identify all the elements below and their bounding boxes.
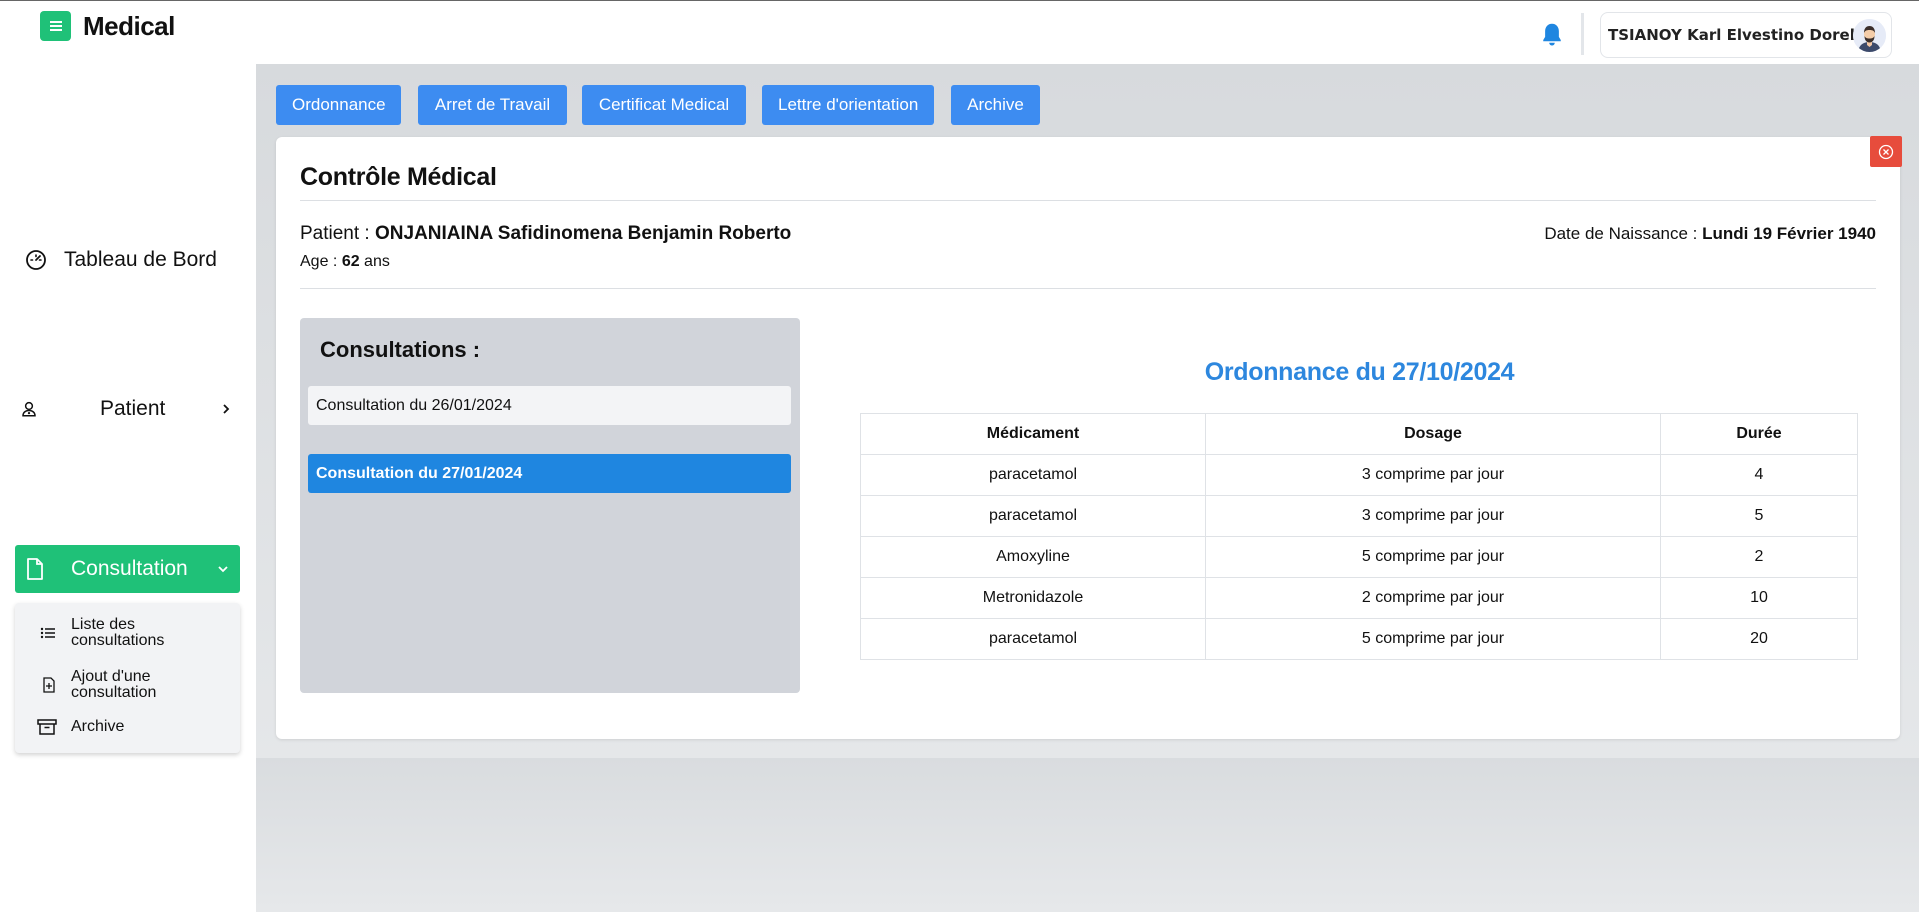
- user-menu[interactable]: TSIANOY Karl Elvestino Dorelin: [1600, 12, 1892, 58]
- column-header: Durée: [1660, 413, 1858, 455]
- sidebar-item-consultation[interactable]: Consultation: [15, 545, 240, 593]
- tab-arret-de-travail[interactable]: Arret de Travail: [418, 85, 567, 125]
- table-cell: 3 comprime par jour: [1205, 495, 1661, 537]
- top-header: Medical TSIANOY Karl Elvestino Dorelin: [0, 1, 1919, 64]
- table-cell: 2: [1660, 536, 1858, 578]
- table-cell: paracetamol: [860, 454, 1206, 496]
- submenu-item-label: Ajout d'une consultation: [71, 668, 157, 701]
- table-cell: 4: [1660, 454, 1858, 496]
- consultations-panel: Consultations : Consultation du 26/01/20…: [300, 318, 800, 693]
- column-header: Médicament: [860, 413, 1206, 455]
- sidebar-item-label: Tableau de Bord: [64, 248, 217, 271]
- table-cell: Metronidazole: [860, 577, 1206, 619]
- table-cell: paracetamol: [860, 495, 1206, 537]
- patient-label: Patient :: [300, 223, 375, 244]
- dob-label: Date de Naissance :: [1544, 224, 1703, 243]
- sidebar-item-patient[interactable]: Patient: [15, 389, 240, 429]
- tab-certificat-medical[interactable]: Certificat Medical: [582, 85, 746, 125]
- table-cell: 5 comprime par jour: [1205, 618, 1661, 660]
- sidebar: Tableau de Bord Patient Consultation Lis…: [0, 64, 256, 912]
- patient-age: Age : 62 ans: [300, 253, 390, 271]
- table-cell: 20: [1660, 618, 1858, 660]
- app-title: Medical: [83, 11, 175, 41]
- table-row: paracetamol 3 comprime par jour 5: [860, 495, 1858, 537]
- birth-date: Date de Naissance : Lundi 19 Février 194…: [1544, 224, 1876, 244]
- column-header: Dosage: [1205, 413, 1661, 455]
- sidebar-item-dashboard[interactable]: Tableau de Bord: [15, 240, 240, 280]
- table-cell: 5 comprime par jour: [1205, 536, 1661, 578]
- user-name: TSIANOY Karl Elvestino Dorelin: [1608, 26, 1871, 44]
- divider: [300, 200, 1876, 201]
- table-row: Amoxyline 5 comprime par jour 2: [860, 536, 1858, 578]
- divider: [300, 288, 1876, 289]
- archive-icon: [37, 719, 57, 735]
- page-title: Contrôle Médical: [300, 163, 497, 191]
- tab-archive[interactable]: Archive: [951, 85, 1040, 125]
- table-cell: paracetamol: [860, 618, 1206, 660]
- patient-name: ONJANIAINA Safidinomena Benjamin Roberto: [375, 223, 792, 244]
- patient-icon: [22, 401, 36, 417]
- table-row: paracetamol 3 comprime par jour 4: [860, 454, 1858, 496]
- consultations-title: Consultations :: [320, 337, 481, 362]
- patient-info: Patient : ONJANIAINA Safidinomena Benjam…: [300, 223, 791, 245]
- table-cell: Amoxyline: [860, 536, 1206, 578]
- submenu-item-label: Archive: [71, 718, 125, 735]
- list-icon: [40, 627, 55, 639]
- chevron-down-icon: [218, 566, 228, 573]
- age-value: 62: [341, 253, 360, 270]
- close-icon: [1878, 144, 1894, 159]
- table-cell: 5: [1660, 495, 1858, 537]
- main-content: Ordonnance Arret de Travail Certificat M…: [256, 64, 1919, 912]
- submenu-item-label: Liste des consultations: [71, 616, 165, 649]
- submenu-item-archive[interactable]: Archive: [15, 714, 240, 740]
- age-label: Age :: [300, 253, 342, 270]
- table-row: Metronidazole 2 comprime par jour 10: [860, 577, 1858, 619]
- speedometer-icon: [26, 250, 46, 270]
- avatar[interactable]: [1853, 19, 1886, 52]
- document-icon: [27, 558, 43, 580]
- tab-lettre-orientation[interactable]: Lettre d'orientation: [762, 85, 934, 125]
- tab-ordonnance[interactable]: Ordonnance: [276, 85, 401, 125]
- table-row: paracetamol 5 comprime par jour 20: [860, 618, 1858, 660]
- content-background: [256, 758, 1919, 912]
- age-unit: ans: [359, 253, 390, 270]
- medical-control-card: Contrôle Médical Patient : ONJANIAINA Sa…: [276, 136, 1902, 739]
- prescription-table: Médicament Dosage Durée paracetamol 3 co…: [860, 413, 1858, 660]
- dob-value: Lundi 19 Février 1940: [1702, 224, 1876, 243]
- table-cell: 2 comprime par jour: [1205, 577, 1661, 619]
- file-add-icon: [43, 677, 55, 693]
- chevron-right-icon: [223, 404, 230, 414]
- menu-icon[interactable]: [40, 11, 71, 41]
- bell-icon[interactable]: [1537, 20, 1567, 50]
- table-cell: 10: [1660, 577, 1858, 619]
- sidebar-item-label: Consultation: [71, 557, 188, 580]
- header-divider: [1581, 13, 1584, 55]
- consultation-item[interactable]: Consultation du 26/01/2024: [308, 386, 791, 425]
- submenu-item-list[interactable]: Liste des consultations: [15, 617, 240, 649]
- consultation-item-selected[interactable]: Consultation du 27/01/2024: [308, 454, 791, 493]
- consultation-submenu: Liste des consultations Ajout d'une cons…: [15, 603, 240, 753]
- table-header-row: Médicament Dosage Durée: [860, 413, 1858, 455]
- close-button[interactable]: [1870, 136, 1902, 167]
- ordonnance-title: Ordonnance du 27/10/2024: [1204, 358, 1515, 386]
- submenu-item-add[interactable]: Ajout d'une consultation: [15, 669, 240, 701]
- table-cell: 3 comprime par jour: [1205, 454, 1661, 496]
- sidebar-item-label: Patient: [100, 397, 166, 420]
